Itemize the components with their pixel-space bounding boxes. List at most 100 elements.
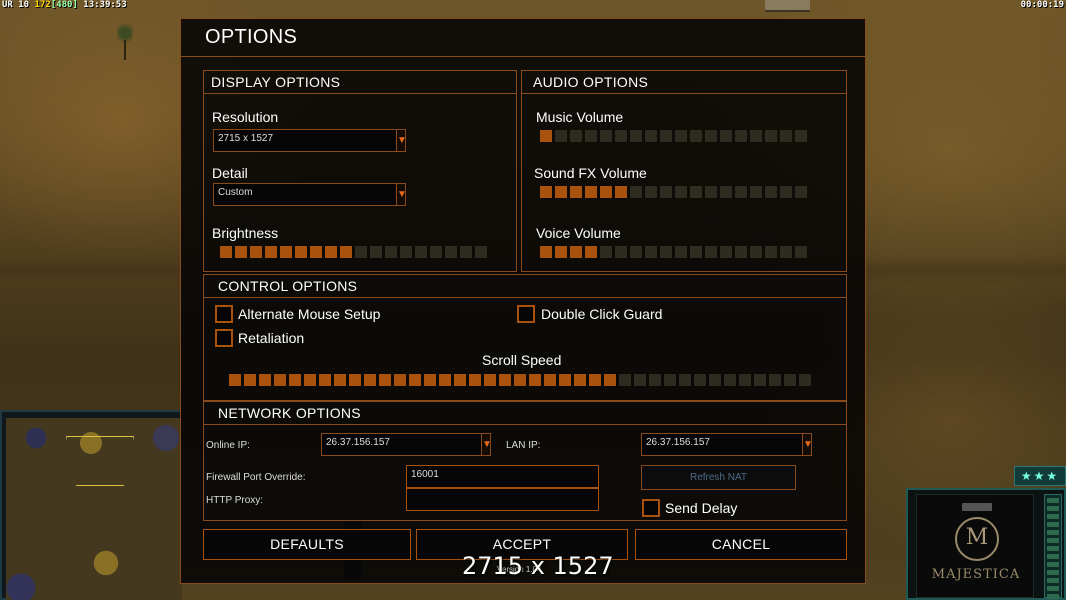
voice-volume-slider[interactable] — [540, 246, 807, 258]
slider-segment[interactable] — [735, 186, 747, 198]
defaults-button[interactable]: DEFAULTS — [203, 529, 411, 560]
slider-segment[interactable] — [265, 246, 277, 258]
slider-segment[interactable] — [784, 374, 796, 386]
slider-segment[interactable] — [355, 246, 367, 258]
slider-segment[interactable] — [445, 246, 457, 258]
slider-segment[interactable] — [739, 374, 751, 386]
slider-segment[interactable] — [675, 130, 687, 142]
retaliation-label[interactable]: Retaliation — [238, 330, 304, 346]
slider-segment[interactable] — [705, 186, 717, 198]
slider-segment[interactable] — [705, 130, 717, 142]
slider-segment[interactable] — [735, 130, 747, 142]
slider-segment[interactable] — [340, 246, 352, 258]
slider-segment[interactable] — [645, 186, 657, 198]
slider-segment[interactable] — [600, 130, 612, 142]
slider-segment[interactable] — [540, 130, 552, 142]
chevron-down-icon[interactable]: ▼ — [802, 434, 813, 455]
slider-segment[interactable] — [259, 374, 271, 386]
slider-segment[interactable] — [585, 130, 597, 142]
slider-segment[interactable] — [570, 246, 582, 258]
slider-segment[interactable] — [780, 246, 792, 258]
slider-segment[interactable] — [619, 374, 631, 386]
slider-segment[interactable] — [349, 374, 361, 386]
slider-segment[interactable] — [454, 374, 466, 386]
slider-segment[interactable] — [409, 374, 421, 386]
slider-segment[interactable] — [675, 186, 687, 198]
slider-segment[interactable] — [585, 246, 597, 258]
slider-segment[interactable] — [274, 374, 286, 386]
slider-segment[interactable] — [555, 130, 567, 142]
slider-segment[interactable] — [615, 246, 627, 258]
chevron-down-icon[interactable]: ▼ — [396, 184, 407, 205]
slider-segment[interactable] — [544, 374, 556, 386]
slider-segment[interactable] — [720, 130, 732, 142]
send-delay-label[interactable]: Send Delay — [665, 500, 737, 516]
alt-mouse-checkbox[interactable] — [215, 305, 233, 323]
slider-segment[interactable] — [675, 246, 687, 258]
slider-segment[interactable] — [664, 374, 676, 386]
slider-segment[interactable] — [235, 246, 247, 258]
slider-segment[interactable] — [555, 186, 567, 198]
slider-segment[interactable] — [280, 246, 292, 258]
http-proxy-input[interactable] — [406, 488, 599, 511]
slider-segment[interactable] — [394, 374, 406, 386]
slider-segment[interactable] — [604, 374, 616, 386]
slider-segment[interactable] — [720, 246, 732, 258]
slider-segment[interactable] — [795, 186, 807, 198]
slider-segment[interactable] — [325, 246, 337, 258]
minimap[interactable] — [0, 410, 182, 600]
slider-segment[interactable] — [750, 186, 762, 198]
resolution-dropdown[interactable]: 2715 x 1527 ▼ — [213, 129, 407, 152]
slider-segment[interactable] — [765, 246, 777, 258]
slider-segment[interactable] — [679, 374, 691, 386]
slider-segment[interactable] — [540, 186, 552, 198]
cancel-button[interactable]: CANCEL — [635, 529, 847, 560]
slider-segment[interactable] — [415, 246, 427, 258]
slider-segment[interactable] — [780, 130, 792, 142]
slider-segment[interactable] — [600, 186, 612, 198]
slider-segment[interactable] — [540, 246, 552, 258]
scroll-speed-slider[interactable] — [229, 374, 811, 386]
slider-segment[interactable] — [439, 374, 451, 386]
slider-segment[interactable] — [750, 130, 762, 142]
slider-segment[interactable] — [220, 246, 232, 258]
firewall-port-input[interactable]: 16001 — [406, 465, 599, 488]
slider-segment[interactable] — [724, 374, 736, 386]
slider-segment[interactable] — [630, 130, 642, 142]
slider-segment[interactable] — [559, 374, 571, 386]
slider-segment[interactable] — [250, 246, 262, 258]
slider-segment[interactable] — [765, 130, 777, 142]
slider-segment[interactable] — [310, 246, 322, 258]
slider-segment[interactable] — [690, 186, 702, 198]
slider-segment[interactable] — [690, 246, 702, 258]
slider-segment[interactable] — [514, 374, 526, 386]
alt-mouse-label[interactable]: Alternate Mouse Setup — [238, 306, 380, 322]
slider-segment[interactable] — [780, 186, 792, 198]
slider-segment[interactable] — [484, 374, 496, 386]
send-delay-checkbox[interactable] — [642, 499, 660, 517]
slider-segment[interactable] — [475, 246, 487, 258]
slider-segment[interactable] — [735, 246, 747, 258]
slider-segment[interactable] — [585, 186, 597, 198]
refresh-nat-button[interactable]: Refresh NAT — [641, 465, 796, 490]
double-click-guard-label[interactable]: Double Click Guard — [541, 306, 662, 322]
slider-segment[interactable] — [430, 246, 442, 258]
slider-segment[interactable] — [660, 186, 672, 198]
slider-segment[interactable] — [469, 374, 481, 386]
slider-segment[interactable] — [795, 246, 807, 258]
slider-segment[interactable] — [705, 246, 717, 258]
slider-segment[interactable] — [304, 374, 316, 386]
slider-segment[interactable] — [529, 374, 541, 386]
slider-segment[interactable] — [660, 130, 672, 142]
slider-segment[interactable] — [424, 374, 436, 386]
slider-segment[interactable] — [499, 374, 511, 386]
slider-segment[interactable] — [630, 246, 642, 258]
slider-segment[interactable] — [574, 374, 586, 386]
slider-segment[interactable] — [379, 374, 391, 386]
slider-segment[interactable] — [690, 130, 702, 142]
music-volume-slider[interactable] — [540, 130, 807, 142]
slider-segment[interactable] — [229, 374, 241, 386]
slider-segment[interactable] — [649, 374, 661, 386]
minimap-terrain[interactable] — [6, 418, 182, 600]
slider-segment[interactable] — [334, 374, 346, 386]
